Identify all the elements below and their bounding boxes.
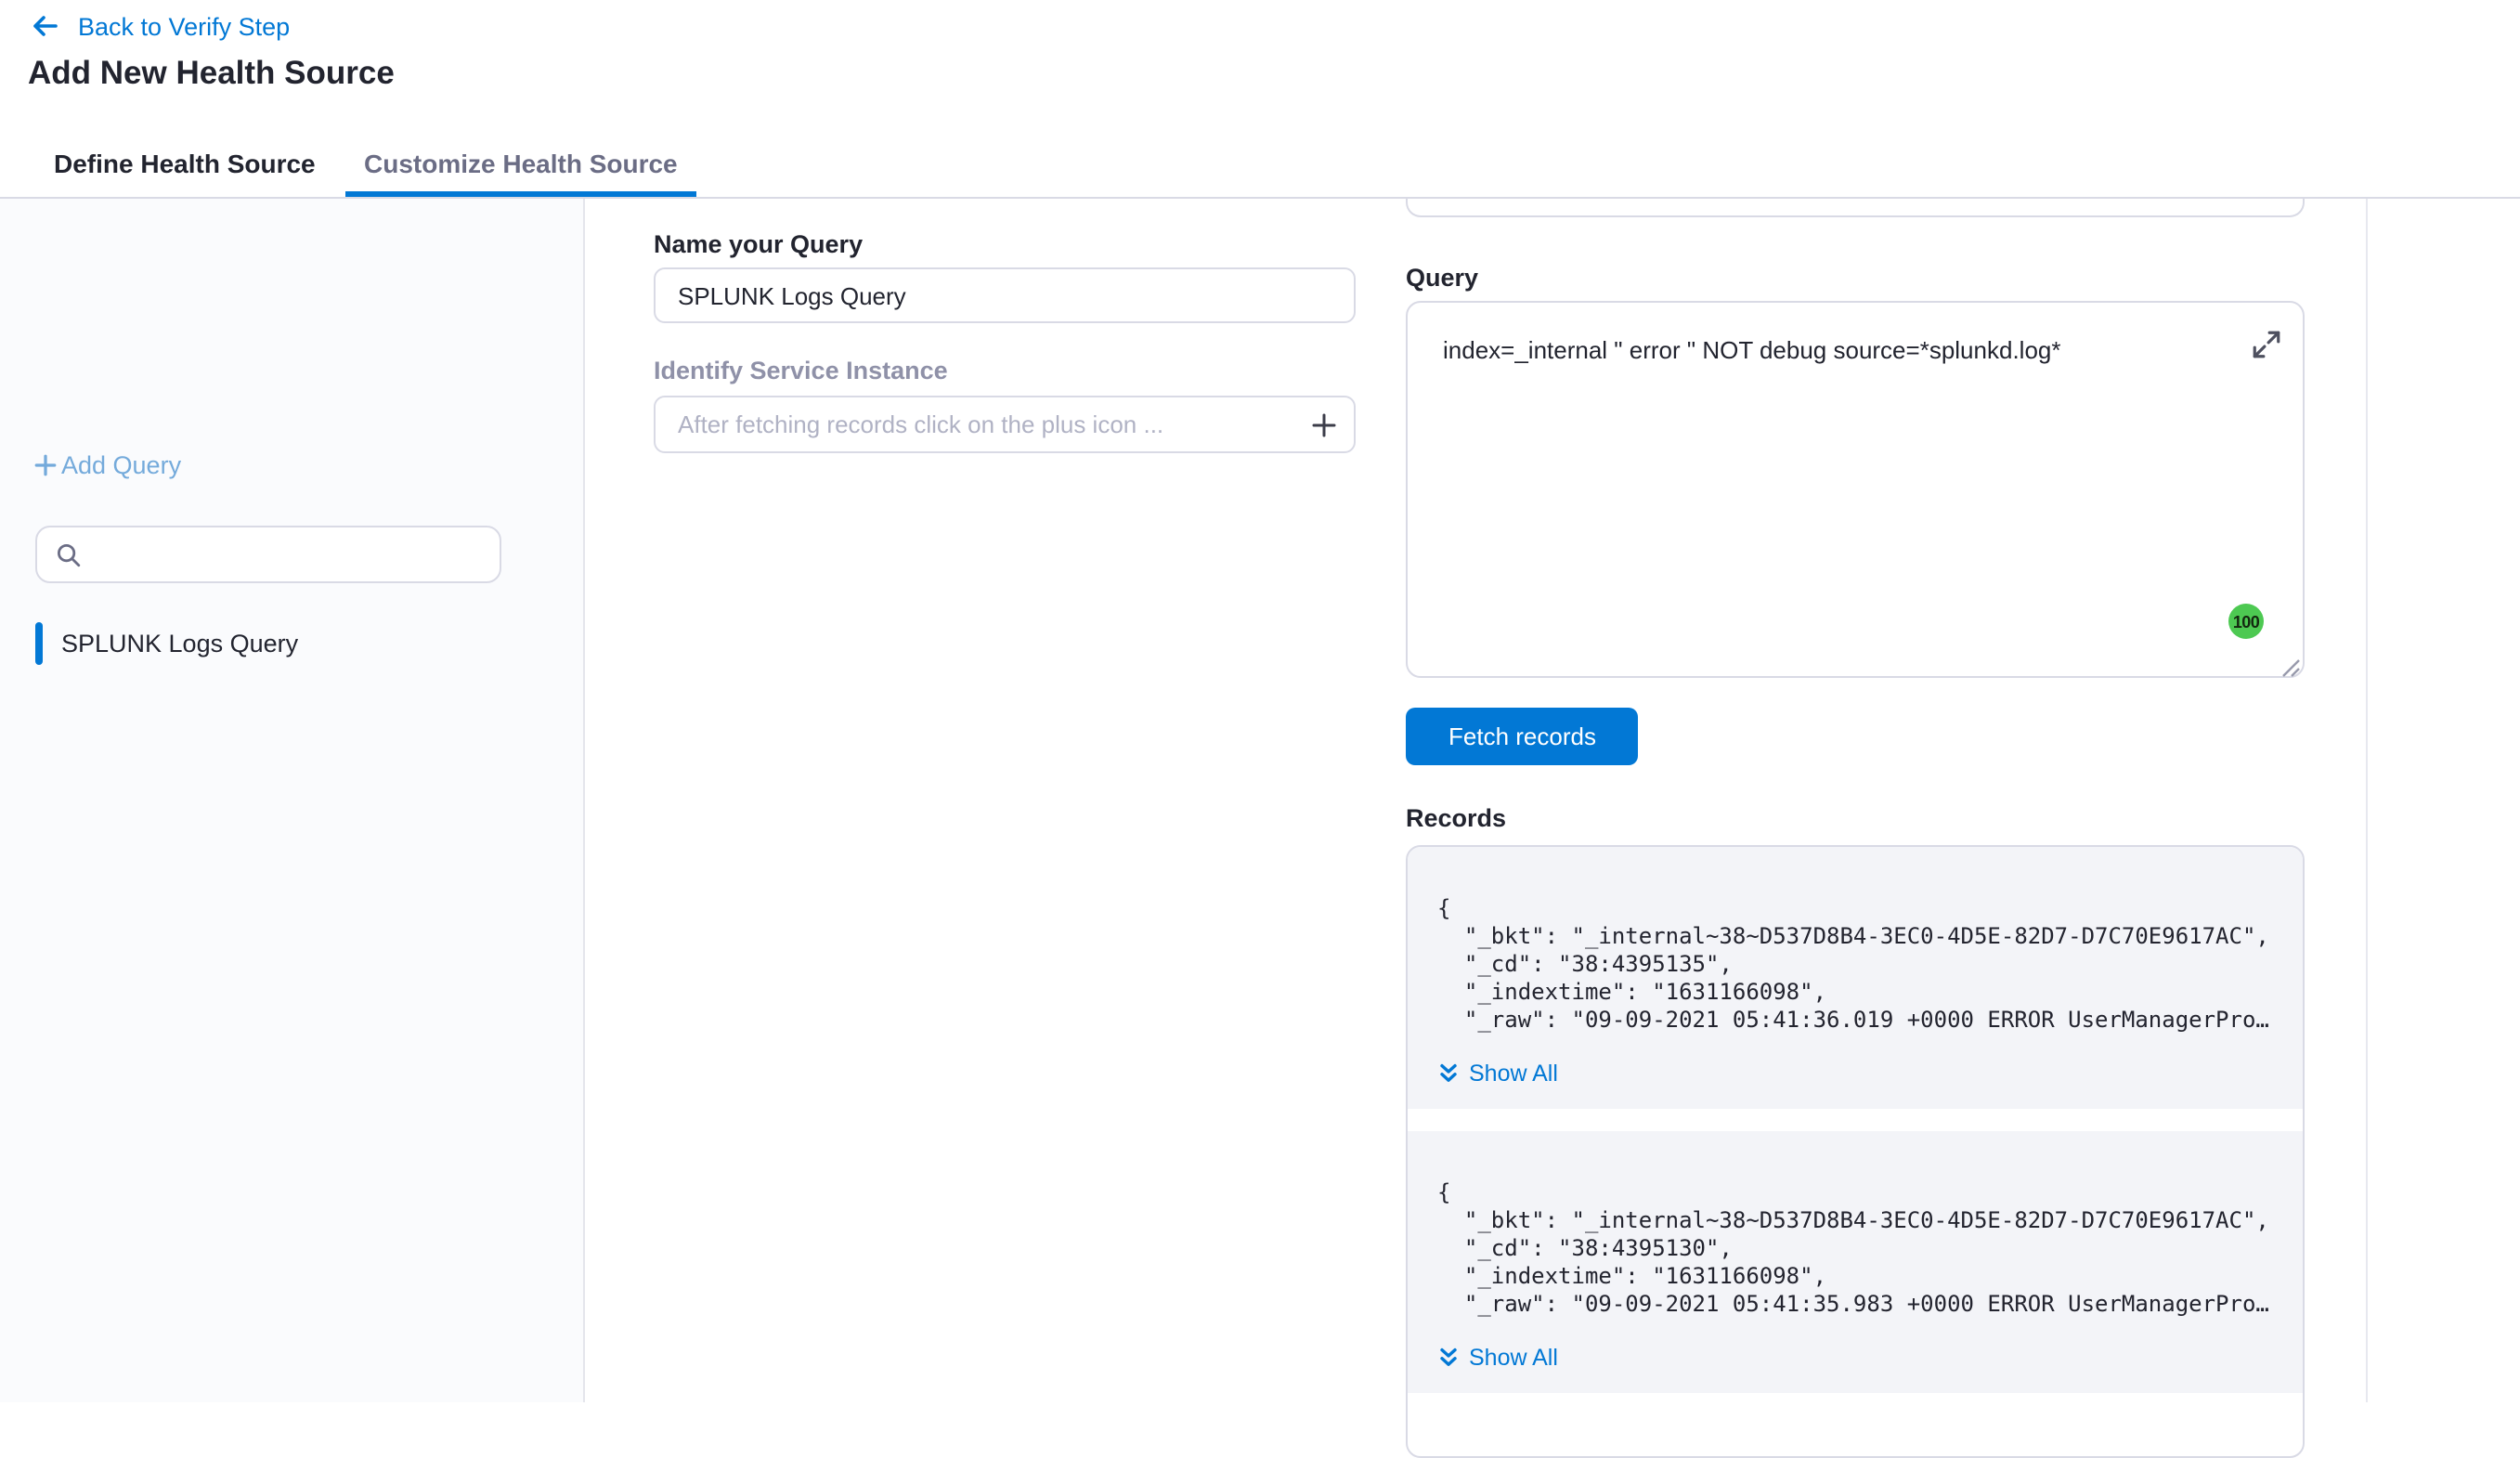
records-label: Records	[1406, 804, 1506, 832]
fetch-records-button[interactable]: Fetch records	[1406, 708, 1639, 765]
records-panel: { "_bkt": "_internal~38~D537D8B4-3EC0-4D…	[1406, 845, 2305, 1458]
record-card: { "_bkt": "_internal~38~D537D8B4-3EC0-4D…	[1408, 847, 2303, 1109]
add-query-label: Add Query	[61, 451, 181, 479]
service-instance-input[interactable]	[654, 396, 1356, 453]
query-textarea[interactable]: index=_internal " error " NOT debug sour…	[1406, 301, 2305, 678]
record-count-badge: 100	[2228, 604, 2264, 639]
tab-define-health-source[interactable]: Define Health Source	[54, 130, 316, 197]
query-list-item[interactable]: SPLUNK Logs Query	[0, 618, 585, 669]
expand-icon[interactable]	[2247, 325, 2284, 362]
query-label: Query	[1406, 264, 1478, 292]
content-right-divider	[2366, 199, 2368, 1402]
clipped-input-above[interactable]	[1406, 199, 2305, 217]
name-your-query-label: Name your Query	[654, 230, 863, 258]
tab-bar: Define Health Source Customize Health So…	[0, 130, 2520, 199]
query-search-box	[35, 526, 501, 583]
app-window: Back to Verify Step Add New Health Sourc…	[0, 0, 2520, 1402]
sidebar: Add Query SPLUNK Logs Query	[0, 199, 585, 1402]
arrow-left-icon	[30, 11, 59, 41]
service-instance-label: Identify Service Instance	[654, 357, 948, 384]
show-all-link[interactable]: Show All	[1437, 1059, 2273, 1087]
back-link-label: Back to Verify Step	[78, 12, 290, 40]
show-all-label: Show All	[1469, 1344, 1558, 1370]
selected-indicator	[35, 622, 42, 665]
double-chevron-down-icon	[1437, 1061, 1460, 1084]
resize-grip[interactable]	[2280, 654, 2301, 674]
query-editor: index=_internal " error " NOT debug sour…	[1406, 301, 2305, 678]
back-link[interactable]: Back to Verify Step	[30, 11, 290, 41]
double-chevron-down-icon	[1437, 1346, 1460, 1368]
search-input[interactable]	[95, 540, 481, 568]
page-title: Add New Health Source	[28, 54, 395, 93]
plus-icon	[33, 453, 58, 477]
search-icon	[56, 541, 82, 567]
add-query-button[interactable]: Add Query	[33, 451, 181, 479]
query-item-label: SPLUNK Logs Query	[61, 630, 298, 657]
record-card: { "_bkt": "_internal~38~D537D8B4-3EC0-4D…	[1408, 1131, 2303, 1393]
tab-customize-health-source[interactable]: Customize Health Source	[345, 130, 696, 197]
show-all-link[interactable]: Show All	[1437, 1343, 2273, 1371]
service-instance-field	[654, 396, 1356, 453]
add-service-instance-button[interactable]	[1309, 410, 1337, 438]
query-name-input[interactable]	[654, 267, 1356, 323]
show-all-label: Show All	[1469, 1060, 1558, 1086]
record-json: { "_bkt": "_internal~38~D537D8B4-3EC0-4D…	[1437, 895, 2273, 1035]
record-json: { "_bkt": "_internal~38~D537D8B4-3EC0-4D…	[1437, 1179, 2273, 1319]
